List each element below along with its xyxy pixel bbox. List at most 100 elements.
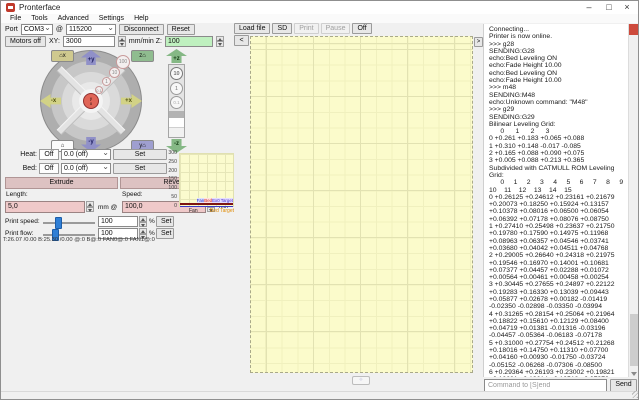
graph-inline-legend: FanBedEx0 Target: [196, 198, 233, 203]
jog-control-pad: +y -y -x +x ⌂x z⌂ ⌂ y⌂ 100 10 1 0.1 yx: [21, 50, 161, 153]
extrude-length-input[interactable]: 5,0: [5, 201, 85, 213]
scrollbar-thumb[interactable]: [630, 314, 638, 366]
baud-select[interactable]: 115200: [65, 23, 116, 35]
print-flow-set-button[interactable]: Set: [156, 228, 174, 239]
graph-y-tick: 250: [168, 158, 177, 165]
title-bar: Pronterface – □ ×: [1, 1, 638, 14]
legend-fan-bottom: Fan: [189, 208, 198, 214]
port-select[interactable]: COM3: [20, 23, 53, 35]
jog-step-1-label: 1: [102, 77, 111, 86]
spin-down-icon[interactable]: [117, 41, 126, 47]
console-line: 0 +0.26125 +0.24612 +0.23161 +0.21679 +0…: [489, 193, 617, 223]
legend-ex0-target: Ex0 Target: [212, 198, 233, 203]
z-step-track: 10 1 0.1: [168, 64, 185, 138]
print-speed-input[interactable]: 100: [98, 216, 138, 227]
z-speed-stepper[interactable]: [215, 35, 224, 47]
jog-step-10-label: 10: [109, 67, 120, 78]
graph-y-tick: 300: [168, 150, 177, 156]
jog-center-knob[interactable]: yx: [83, 93, 99, 109]
graph-y-tick: 100: [168, 185, 177, 192]
console-line: SENDING:G29: [489, 113, 535, 121]
fan-line: [180, 206, 233, 207]
console-scrollbar[interactable]: [628, 24, 638, 377]
print-speed-label: Print speed:: [5, 218, 40, 225]
jog-step-100-label: 100: [116, 55, 130, 69]
console-line: Bilinear Leveling Grid:: [489, 120, 556, 128]
spin-down-icon[interactable]: [215, 41, 224, 47]
bed-off-button[interactable]: Off: [39, 162, 59, 174]
print-flow-label: Print flow:: [5, 230, 34, 237]
print-speed-slider[interactable]: [43, 217, 95, 229]
extrude-button[interactable]: Extrude: [5, 177, 118, 189]
console-line: echo:Fade Height 10.00: [489, 62, 562, 70]
console-line: >>> m48: [489, 84, 517, 92]
temperature-graph: FanBedEx0 Target: [179, 153, 234, 207]
console-line: Printer is now online.: [489, 33, 553, 41]
print-speed-slider-thumb[interactable]: [55, 217, 62, 229]
collapse-right-button[interactable]: >: [474, 37, 483, 47]
motors-off-button[interactable]: Motors off: [5, 35, 46, 47]
center-x-label: x: [89, 100, 93, 106]
heat-temp-select[interactable]: 0.0 (off): [61, 148, 111, 160]
log-console[interactable]: Connecting... Printer is now online. >>> g…: [483, 24, 628, 377]
print-flow-slider[interactable]: [43, 229, 95, 241]
percent-label: %: [149, 230, 155, 237]
spin-down-icon[interactable]: [139, 221, 147, 227]
z-track-divider: [169, 111, 184, 118]
home-z-button[interactable]: z⌂: [131, 50, 154, 62]
collapse-left-button[interactable]: <: [234, 35, 249, 46]
gcode-viewer-canvas[interactable]: [250, 36, 473, 373]
menu-item[interactable]: File: [5, 15, 26, 22]
print-speed-set-button[interactable]: Set: [156, 216, 174, 227]
menu-item[interactable]: Tools: [26, 15, 52, 22]
bed-temp-select[interactable]: 0.0 (off): [61, 162, 111, 174]
console-line: 2 +0.165 +0.088 +0.090 +0.075: [489, 150, 585, 158]
close-icon[interactable]: ×: [618, 1, 636, 14]
print-speed-stepper[interactable]: [139, 216, 147, 227]
z-step-10[interactable]: 10: [170, 67, 183, 80]
xy-speed-input[interactable]: 3000: [62, 35, 115, 47]
minimize-icon[interactable]: –: [580, 1, 598, 14]
graph-bottom-legend: Fan Bed Target: [179, 208, 234, 214]
sd-button[interactable]: SD: [272, 23, 293, 34]
console-line: 0 1 2 3 4 5 6 7 8 9 10 11 12 13 14 15: [489, 179, 624, 194]
heat-off-button[interactable]: Off: [39, 148, 59, 160]
menu-item[interactable]: Advanced: [53, 15, 94, 22]
reset-button[interactable]: Reset: [166, 23, 195, 35]
xy-speed-label: XY:: [49, 37, 60, 45]
graph-y-tick: 50: [171, 194, 177, 201]
off-button[interactable]: Off: [352, 23, 372, 34]
menu-bar: File Tools Advanced Settings Help: [1, 14, 638, 23]
viewer-gripper-button[interactable]: ⁘: [352, 376, 370, 385]
home-x-button[interactable]: ⌂x: [51, 50, 74, 62]
menu-item[interactable]: Settings: [94, 15, 129, 22]
z-speed-label: mm/min Z:: [128, 37, 162, 45]
connection-toolbar: Port COM3 @ 115200 Disconnect Reset: [1, 23, 195, 35]
extrude-length-stepper[interactable]: [86, 201, 94, 212]
xy-speed-stepper[interactable]: [117, 35, 126, 47]
scroll-down-icon[interactable]: [631, 372, 637, 376]
load-file-button[interactable]: Load file: [234, 23, 271, 34]
maximize-icon[interactable]: □: [600, 1, 618, 14]
jog-plus-z-button[interactable]: +z: [166, 49, 187, 63]
console-line: Subdivided with CATMULL ROM Leveling Gri…: [489, 164, 617, 179]
console-line: Connecting...: [489, 26, 530, 33]
z-track-cell[interactable]: [169, 128, 184, 137]
z-speed-input[interactable]: 100: [164, 35, 213, 47]
z-jog-column: +z 10 1 0.1 -z: [164, 49, 189, 153]
z-step-01[interactable]: 0.1: [170, 96, 183, 109]
scroll-up-button[interactable]: [629, 24, 638, 35]
z-track-cell[interactable]: [169, 118, 184, 128]
disconnect-button[interactable]: Disconnect: [118, 23, 164, 35]
app-icon: [6, 3, 15, 12]
hotend-temp-row: Heat: Off 0.0 (off) Set: [15, 148, 167, 160]
at-label: @: [55, 25, 63, 33]
console-line: 5 +0.31000 +0.27754 +0.24512 +0.21268 +0…: [489, 339, 617, 369]
z-step-1[interactable]: 1: [170, 82, 183, 95]
mm-at-label: mm @: [98, 204, 118, 211]
spin-down-icon[interactable]: [86, 206, 94, 212]
temperature-status-line: T:26.07 /0.00 B:25.30 /0.00 @:0 B@:0 FAN…: [3, 237, 155, 243]
menu-item[interactable]: Help: [129, 15, 153, 22]
resize-grip[interactable]: [632, 391, 638, 398]
status-bar: [1, 391, 638, 399]
